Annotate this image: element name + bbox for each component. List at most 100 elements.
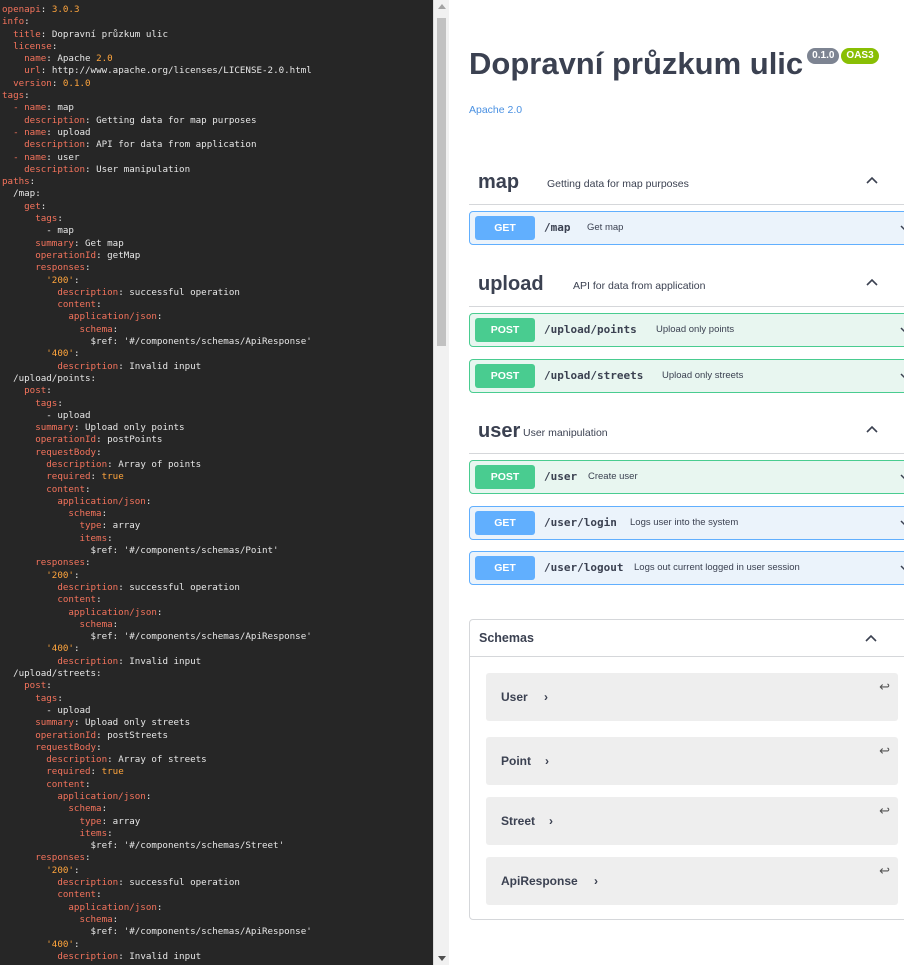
code-line: tags:	[0, 90, 433, 102]
expand-arrow-icon[interactable]: ›	[594, 874, 598, 888]
code-line: responses:	[0, 262, 433, 274]
code-token: :	[73, 569, 80, 581]
code-token: :	[85, 778, 91, 790]
operation-post-user[interactable]: POST/user Create user	[469, 460, 904, 494]
return-icon[interactable]: ↩	[879, 743, 890, 759]
code-token: post	[24, 385, 47, 397]
schema-model-apiresponse[interactable]: ApiResponse › ↩	[486, 857, 898, 905]
scrollbar-thumb[interactable]	[437, 18, 446, 346]
code-token: '200'	[46, 864, 74, 876]
code-line: responses:	[0, 852, 433, 864]
code-token: : Invalid input	[118, 360, 202, 372]
code-token: application/json	[68, 606, 157, 618]
tag-section-map[interactable]: map Getting data for map purposes	[469, 159, 904, 205]
code-token: application/json	[57, 791, 146, 802]
expand-arrow-icon[interactable]: ›	[545, 754, 549, 768]
chevron-up-icon[interactable]	[865, 173, 879, 187]
code-line: version: 0.1.0	[0, 78, 433, 90]
scroll-up-arrow-icon[interactable]	[438, 4, 446, 9]
code-token: required	[46, 471, 91, 483]
code-token: 3.0.3	[51, 4, 80, 15]
chevron-up-icon[interactable]	[865, 422, 879, 436]
operation-get-user-logout[interactable]: GET/user/logout Logs out current logged i…	[469, 551, 904, 585]
code-token: 2.0	[96, 53, 113, 65]
yaml-editor[interactable]: openapi: 3.0.3 info: title: Dopravní průz…	[0, 0, 433, 965]
return-icon[interactable]: ↩	[879, 679, 890, 695]
chevron-down-icon[interactable]	[900, 222, 904, 234]
code-line: /upload/points:	[0, 373, 433, 385]
code-token: :	[101, 803, 108, 815]
code-line: description: Array of streets	[0, 754, 433, 766]
code-token: :	[24, 90, 30, 102]
chevron-up-icon[interactable]	[864, 631, 878, 645]
code-token: : getMap	[96, 249, 141, 261]
code-token: requestBody	[35, 741, 97, 753]
schema-model-user[interactable]: User › ↩	[486, 673, 898, 721]
code-line: required: true	[0, 766, 433, 778]
code-line: summary: Get map	[0, 238, 433, 250]
schema-model-street[interactable]: Street › ↩	[486, 797, 898, 845]
return-icon[interactable]: ↩	[879, 863, 890, 879]
chevron-down-icon[interactable]	[900, 517, 904, 529]
tag-description: Getting data for map purposes	[547, 178, 689, 190]
code-token: tags	[35, 397, 58, 409]
yaml-code[interactable]: openapi: 3.0.3 info: title: Dopravní průz…	[0, 0, 433, 963]
expand-arrow-icon[interactable]: ›	[549, 814, 553, 828]
code-token: : upload	[46, 126, 91, 138]
chevron-up-icon[interactable]	[865, 275, 879, 289]
code-token: :	[40, 4, 52, 15]
code-token: type	[79, 520, 102, 532]
code-token: :	[107, 827, 113, 839]
operation-post-upload-points[interactable]: POST/upload/points Upload only points	[469, 313, 904, 347]
chevron-down-icon[interactable]	[900, 562, 904, 574]
code-token: operationId	[35, 249, 97, 261]
code-token: required	[46, 766, 91, 778]
license-link[interactable]: Apache 2.0	[469, 104, 522, 116]
schemas-header[interactable]: Schemas	[470, 620, 904, 657]
chevron-down-icon[interactable]	[900, 370, 904, 382]
code-line: responses:	[0, 557, 433, 569]
code-token: : Apache	[46, 53, 97, 65]
editor-scrollbar[interactable]	[433, 0, 449, 965]
code-line: $ref: '#/components/schemas/ApiResponse'	[0, 926, 433, 938]
code-line: description: successful operation	[0, 287, 433, 299]
code-token: - map	[46, 225, 74, 237]
operation-get-map[interactable]: GET/map Get map	[469, 211, 904, 245]
code-line: requestBody:	[0, 742, 433, 754]
scroll-down-arrow-icon[interactable]	[438, 956, 446, 961]
chevron-down-icon[interactable]	[900, 471, 904, 483]
code-token: license	[13, 40, 52, 52]
code-token: /upload/points:	[13, 372, 97, 384]
code-line: '200':	[0, 865, 433, 877]
operation-get-user-login[interactable]: GET/user/login Logs user into the system	[469, 506, 904, 540]
return-icon[interactable]: ↩	[879, 803, 890, 819]
code-line: name: Apache 2.0	[0, 53, 433, 65]
operation-post-upload-streets[interactable]: POST/upload/streets Upload only streets	[469, 359, 904, 393]
chevron-down-icon[interactable]	[900, 324, 904, 336]
code-token: : Invalid input	[118, 655, 202, 667]
api-title-text: Dopravní průzkum ulic	[469, 46, 804, 81]
code-line: schema:	[0, 914, 433, 926]
code-line: url: http://www.apache.org/licenses/LICE…	[0, 65, 433, 77]
code-token: :	[46, 385, 52, 397]
schema-model-point[interactable]: Point › ↩	[486, 737, 898, 785]
tag-section-upload[interactable]: upload API for data from application	[469, 261, 904, 307]
expand-arrow-icon[interactable]: ›	[544, 690, 548, 704]
tag-section-user[interactable]: user User manipulation	[469, 408, 904, 454]
code-token: :	[156, 606, 163, 618]
